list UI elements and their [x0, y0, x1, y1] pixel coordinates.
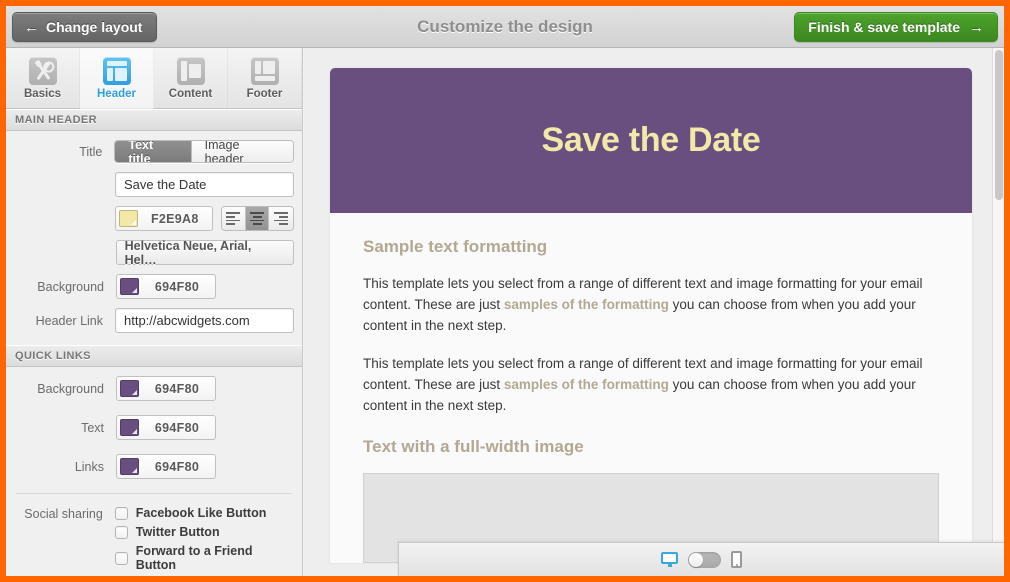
title-color-hex: F2E9A8 — [138, 212, 213, 226]
app-window: ← Change layout Customize the design Fin… — [6, 6, 1004, 576]
scrollbar-thumb[interactable] — [995, 50, 1003, 200]
row-ql-links: Links 694F80 — [6, 454, 302, 479]
paragraph-1: This template lets you select from a ran… — [363, 273, 939, 336]
section-header-main-header: MAIN HEADER — [6, 109, 302, 131]
ql-links-hex: 694F80 — [139, 460, 215, 474]
twitter-button-checkbox[interactable] — [115, 526, 128, 539]
tab-basics-label: Basics — [24, 88, 61, 100]
change-layout-label: Change layout — [46, 19, 142, 35]
preview-scrollbar[interactable] — [992, 48, 1004, 576]
facebook-like-checkbox[interactable] — [115, 507, 128, 520]
finish-save-label: Finish & save template — [808, 19, 960, 35]
tools-icon — [29, 57, 57, 85]
device-toggle-switch[interactable] — [688, 552, 721, 568]
align-right-button[interactable] — [269, 207, 293, 230]
settings-sidebar: Basics Header Content — [6, 48, 303, 576]
tab-basics[interactable]: Basics — [6, 48, 80, 109]
row-header-background: Background 694F80 — [6, 274, 302, 299]
sample-text-heading: Sample text formatting — [363, 237, 939, 257]
ql-text-label: Text — [6, 421, 116, 435]
tab-footer-label: Footer — [247, 88, 283, 100]
finish-save-template-button[interactable]: Finish & save template → — [794, 12, 998, 42]
facebook-like-label: Facebook Like Button — [136, 506, 267, 520]
ql-background-swatch — [120, 380, 139, 397]
ql-background-color-picker[interactable]: 694F80 — [116, 376, 216, 401]
title-type-toggle: Text title Image header — [114, 140, 294, 163]
device-preview-bar — [398, 542, 1004, 576]
full-width-image-heading: Text with a full-width image — [363, 437, 939, 457]
ql-links-label: Links — [6, 460, 116, 474]
row-title: Title Text title Image header — [6, 140, 302, 163]
font-family-dropdown[interactable]: Helvetica Neue, Arial, Hel… — [116, 240, 294, 265]
email-preview-panel: Save the Date Sample text formatting Thi… — [304, 48, 1004, 576]
email-body: Sample text formatting This template let… — [330, 213, 972, 563]
paragraph-1-link[interactable]: samples of the formatting — [504, 297, 669, 312]
content-layout-icon — [177, 57, 205, 85]
text-alignment-group — [221, 206, 294, 231]
tab-header[interactable]: Header — [80, 48, 154, 109]
email-template-card: Save the Date Sample text formatting Thi… — [330, 68, 972, 563]
row-font: Helvetica Neue, Arial, Hel… — [6, 240, 302, 265]
title-color-swatch — [119, 210, 138, 227]
align-left-button[interactable] — [222, 207, 246, 230]
social-option-forward[interactable]: Forward to a Friend Button — [115, 544, 294, 572]
ql-text-color-picker[interactable]: 694F80 — [116, 415, 216, 440]
header-link-label: Header Link — [6, 314, 115, 328]
social-sharing-label: Social sharing — [6, 506, 115, 521]
top-toolbar: ← Change layout Customize the design Fin… — [6, 6, 1004, 48]
header-background-hex: 694F80 — [139, 280, 215, 294]
title-text-input[interactable] — [115, 172, 294, 197]
sidebar-divider — [16, 493, 292, 494]
header-layout-icon — [103, 57, 131, 85]
title-label: Title — [6, 145, 114, 159]
ql-background-label: Background — [6, 382, 116, 396]
tab-content[interactable]: Content — [154, 48, 228, 109]
toggle-knob — [689, 553, 703, 567]
title-color-picker[interactable]: F2E9A8 — [115, 206, 214, 231]
row-ql-background: Background 694F80 — [6, 376, 302, 401]
header-background-color-picker[interactable]: 694F80 — [116, 274, 216, 299]
forward-friend-checkbox[interactable] — [115, 552, 128, 565]
tab-header-label: Header — [97, 88, 136, 100]
ql-background-hex: 694F80 — [139, 382, 215, 396]
tab-bar: Basics Header Content — [6, 48, 302, 109]
ql-text-swatch — [120, 419, 139, 436]
paragraph-2-link[interactable]: samples of the formatting — [504, 377, 669, 392]
tab-footer[interactable]: Footer — [228, 48, 302, 109]
mobile-phone-icon[interactable] — [731, 551, 742, 568]
row-header-link: Header Link — [6, 308, 302, 333]
arrow-right-icon: → — [969, 20, 984, 35]
email-header-title: Save the Date — [541, 121, 760, 160]
ql-links-swatch — [120, 458, 139, 475]
desktop-icon[interactable] — [661, 552, 678, 567]
row-title-text — [6, 172, 302, 197]
header-background-label: Background — [6, 280, 116, 294]
tab-content-label: Content — [169, 88, 212, 100]
section-header-quick-links: QUICK LINKS — [6, 345, 302, 367]
footer-layout-icon — [251, 57, 279, 85]
header-background-swatch — [120, 278, 139, 295]
align-center-button[interactable] — [246, 207, 270, 230]
paragraph-2: This template lets you select from a ran… — [363, 353, 939, 416]
ql-links-color-picker[interactable]: 694F80 — [116, 454, 216, 479]
header-link-input[interactable] — [115, 308, 294, 333]
social-option-facebook[interactable]: Facebook Like Button — [115, 506, 294, 520]
row-title-color: F2E9A8 — [6, 206, 302, 231]
email-header-banner: Save the Date — [330, 68, 972, 213]
row-social-sharing: Social sharing Facebook Like Button Twit… — [6, 506, 302, 572]
change-layout-button[interactable]: ← Change layout — [12, 12, 157, 42]
row-ql-text: Text 694F80 — [6, 415, 302, 440]
image-header-option[interactable]: Image header — [192, 141, 293, 162]
arrow-left-icon: ← — [24, 20, 39, 35]
twitter-button-label: Twitter Button — [136, 525, 220, 539]
ql-text-hex: 694F80 — [139, 421, 215, 435]
social-option-twitter[interactable]: Twitter Button — [115, 525, 294, 539]
forward-friend-label: Forward to a Friend Button — [136, 544, 294, 572]
text-title-option[interactable]: Text title — [115, 141, 191, 162]
social-sharing-options: Facebook Like Button Twitter Button Forw… — [115, 506, 294, 572]
